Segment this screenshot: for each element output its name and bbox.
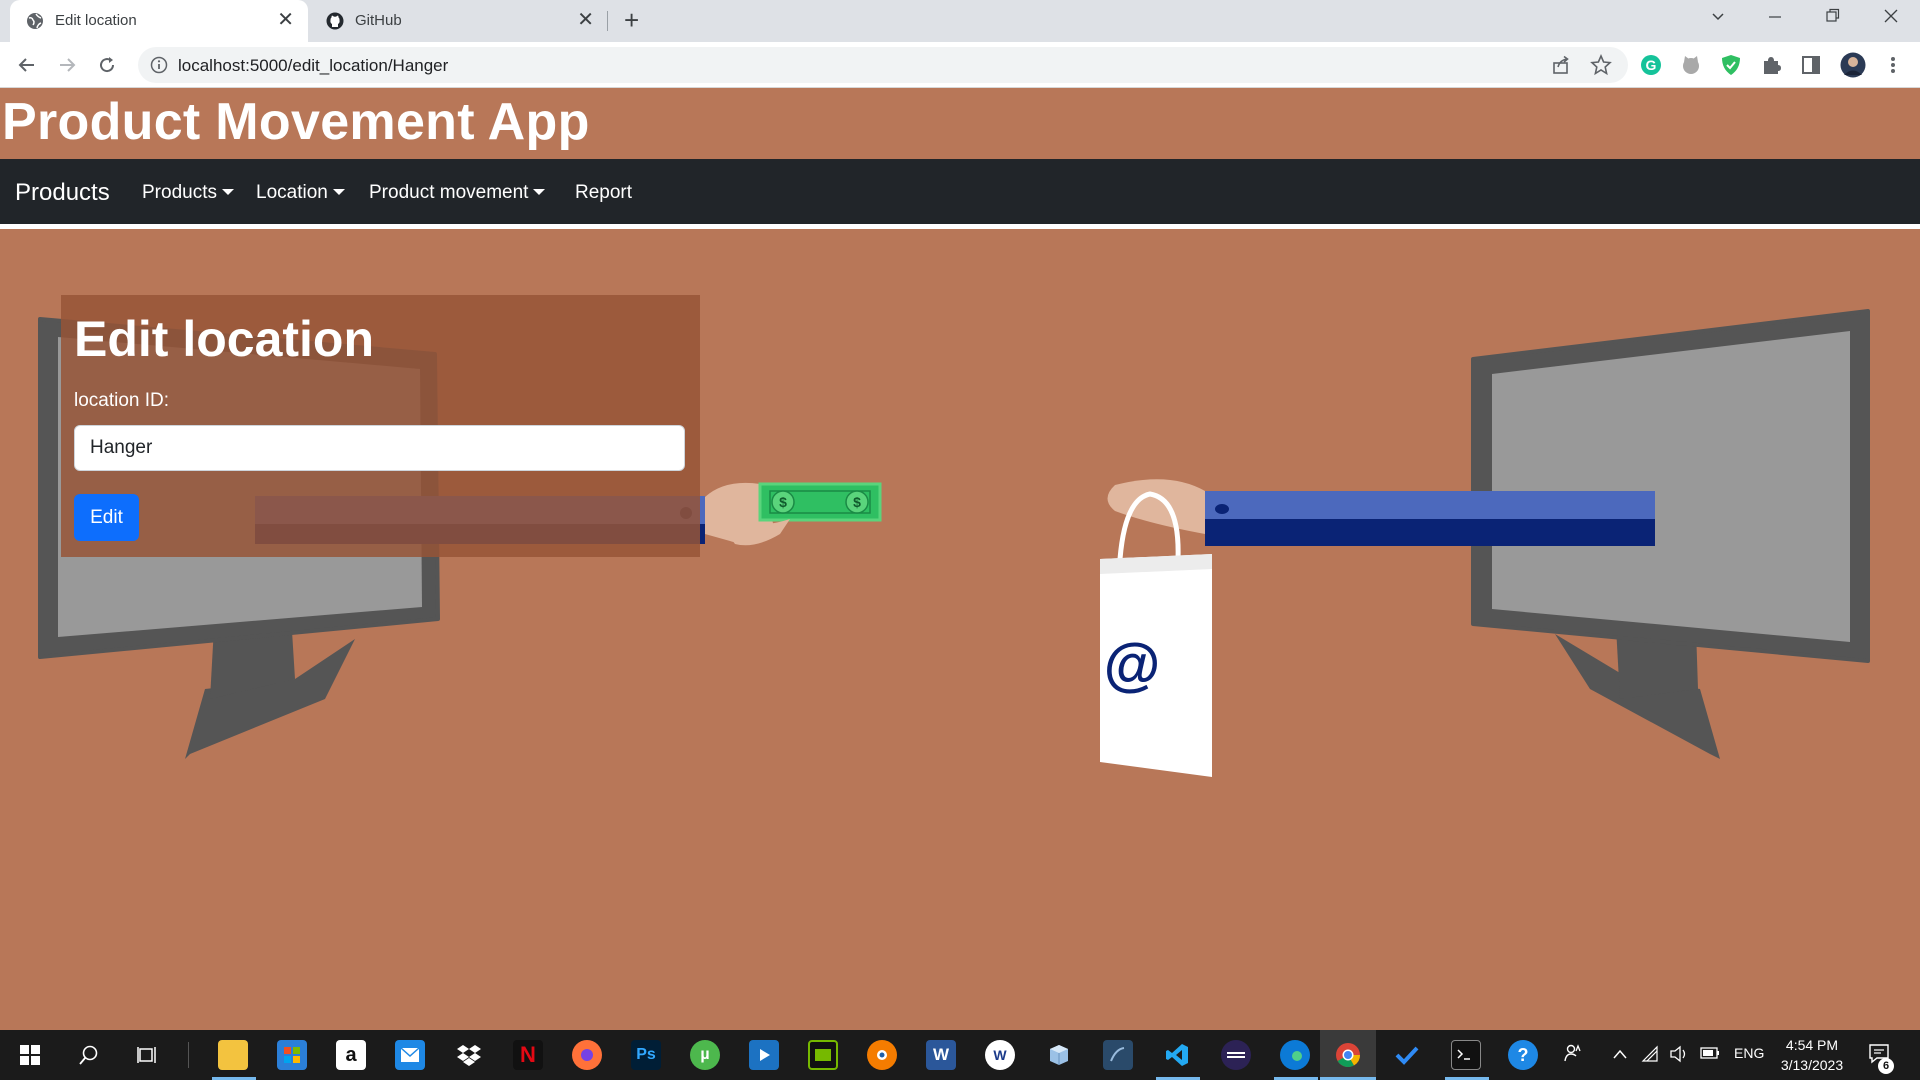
edit-location-card: Edit location location ID: Edit [61, 295, 700, 557]
photoshop-icon[interactable]: Ps [631, 1040, 661, 1070]
taskbar-divider [188, 1042, 189, 1068]
input-language[interactable]: ENG [1734, 1045, 1764, 1061]
nav-product-movement-dropdown[interactable]: Product movement [369, 182, 546, 204]
app-title: Product Movement App [2, 93, 590, 151]
navbar: Products Products Location Product movem… [0, 159, 1920, 229]
close-window-icon[interactable] [1884, 8, 1898, 29]
at-symbol: @ [1104, 632, 1161, 697]
back-icon[interactable] [14, 52, 40, 78]
system-clock[interactable]: 4:54 PM 3/13/2023 [1772, 1035, 1852, 1075]
eclipse-icon[interactable] [1221, 1040, 1251, 1070]
volume-icon[interactable] [1669, 1045, 1689, 1066]
blender-icon[interactable] [867, 1040, 897, 1070]
netflix-icon[interactable]: N [513, 1040, 543, 1070]
page-content: Product Movement App Products Products L… [0, 88, 1920, 1030]
new-tab-button[interactable]: + [624, 7, 639, 33]
vscode-icon[interactable] [1162, 1040, 1192, 1070]
nav-report-link[interactable]: Report [575, 182, 632, 204]
word-icon[interactable]: W [926, 1040, 956, 1070]
help-icon[interactable]: ? [1508, 1040, 1538, 1070]
info-icon[interactable] [150, 56, 168, 79]
dropbox-icon[interactable] [454, 1040, 484, 1070]
caret-down-icon [533, 189, 546, 195]
clock-date: 3/13/2023 [1780, 1057, 1844, 1073]
tab-title: Edit location [55, 12, 137, 29]
search-icon[interactable] [74, 1040, 104, 1070]
extensions-puzzle-icon[interactable] [1760, 54, 1782, 76]
close-tab-icon[interactable]: ✕ [277, 9, 294, 31]
task-view-icon[interactable] [133, 1040, 163, 1070]
amazon-icon[interactable]: a [336, 1040, 366, 1070]
microsoft-store-icon[interactable] [277, 1040, 307, 1070]
virtualbox-icon[interactable] [1044, 1040, 1074, 1070]
windows-taskbar: a N Ps µ W W ? ENG 4:54 PM 3/13/2023 6 [0, 1030, 1920, 1080]
app-w-icon[interactable]: W [985, 1040, 1015, 1070]
tab-divider [607, 11, 608, 31]
firefox-icon[interactable] [572, 1040, 602, 1070]
nvidia-icon[interactable] [808, 1040, 838, 1070]
mail-icon[interactable] [395, 1040, 425, 1070]
utorrent-icon[interactable]: µ [690, 1040, 720, 1070]
dollar-sign-right: $ [853, 494, 861, 510]
chevron-up-icon[interactable] [1612, 1047, 1628, 1063]
wifi-icon[interactable] [1641, 1045, 1659, 1066]
browser-tabbar: Edit location ✕ GitHub ✕ + [0, 0, 1920, 42]
tab-github[interactable]: GitHub ✕ [310, 0, 608, 42]
caret-down-icon [332, 189, 345, 195]
location-id-input[interactable] [74, 425, 685, 471]
tab-title: GitHub [355, 12, 402, 29]
minimize-icon[interactable] [1768, 8, 1782, 29]
address-bar[interactable]: localhost:5000/edit_location/Hanger [138, 47, 1628, 83]
nav-label: Location [256, 182, 328, 203]
chrome-icon[interactable] [1333, 1040, 1363, 1070]
nav-products-dropdown[interactable]: Products [142, 182, 234, 204]
notification-count-badge: 6 [1878, 1058, 1894, 1074]
battery-icon[interactable] [1700, 1045, 1720, 1064]
profile-avatar[interactable] [1840, 52, 1866, 78]
nav-label: Products [142, 182, 217, 203]
windows-start-icon[interactable] [15, 1040, 45, 1070]
reload-icon[interactable] [94, 52, 120, 78]
tab-search-icon[interactable] [1710, 8, 1726, 29]
restore-icon[interactable] [1826, 8, 1840, 29]
globe-icon [27, 13, 43, 29]
media-player-icon[interactable] [749, 1040, 779, 1070]
nav-location-dropdown[interactable]: Location [256, 182, 345, 204]
edit-button[interactable]: Edit [74, 494, 139, 541]
browser-toolbar: localhost:5000/edit_location/Hanger G [0, 42, 1920, 88]
chrome-menu-icon[interactable] [1882, 54, 1904, 76]
dollar-sign-left: $ [779, 494, 787, 510]
bookmark-star-icon[interactable] [1590, 53, 1612, 81]
edge-icon[interactable] [1280, 1040, 1310, 1070]
todo-icon[interactable] [1392, 1040, 1422, 1070]
mysql-workbench-icon[interactable] [1103, 1040, 1133, 1070]
side-panel-icon[interactable] [1800, 54, 1822, 76]
terminal-icon[interactable] [1451, 1040, 1481, 1070]
extension-cat-icon[interactable] [1680, 54, 1702, 76]
people-icon[interactable] [1562, 1043, 1582, 1066]
location-id-label: location ID: [74, 390, 170, 411]
navbar-brand[interactable]: Products [15, 179, 110, 207]
url-text: localhost:5000/edit_location/Hanger [178, 56, 449, 75]
close-tab-icon[interactable]: ✕ [577, 9, 594, 31]
nav-label: Product movement [369, 182, 529, 203]
grammarly-icon[interactable]: G [1640, 54, 1662, 76]
clock-time: 4:54 PM [1785, 1037, 1839, 1053]
share-icon[interactable] [1551, 55, 1571, 80]
tab-edit-location[interactable]: Edit location ✕ [10, 0, 308, 42]
github-icon [326, 12, 344, 30]
svg-text:G: G [1646, 57, 1657, 73]
file-explorer-icon[interactable] [218, 1040, 248, 1070]
forward-icon[interactable] [54, 52, 80, 78]
shield-icon[interactable] [1720, 54, 1742, 76]
page-heading: Edit location [74, 311, 374, 367]
caret-down-icon [221, 189, 234, 195]
